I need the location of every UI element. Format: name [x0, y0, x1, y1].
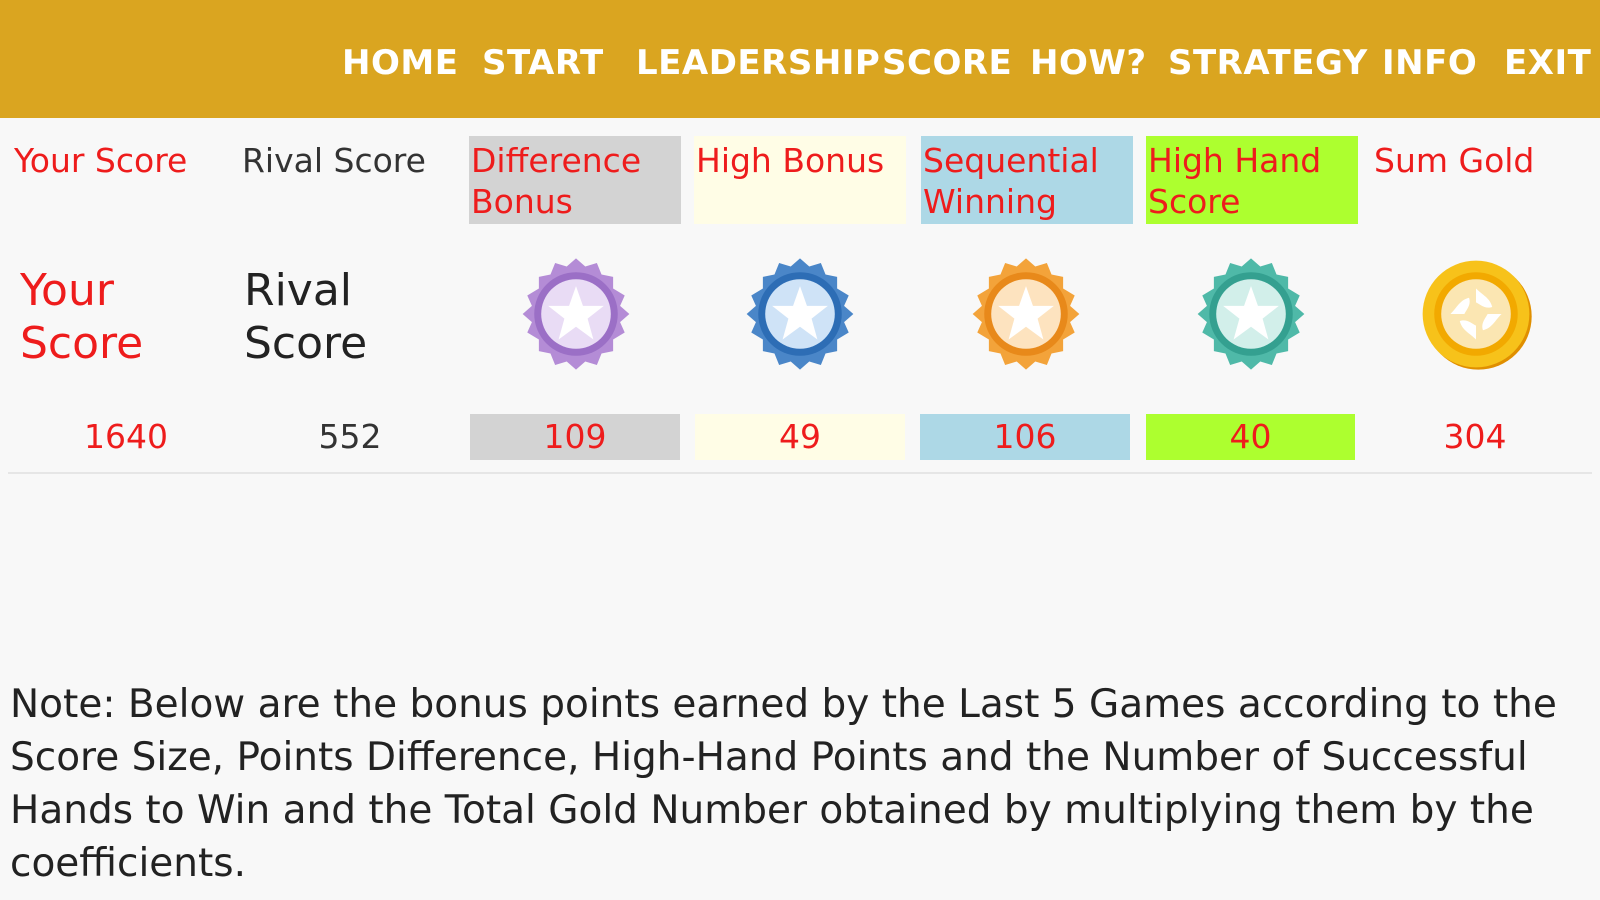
header-high-bonus: High Bonus	[694, 136, 906, 224]
row-divider	[8, 472, 1592, 474]
value-sum-gold: 304	[1443, 417, 1507, 456]
value-sequential-winning: 106	[920, 414, 1130, 460]
note-text: Note: Below are the bonus points earned …	[10, 682, 1557, 886]
teal-star-badge-icon	[1197, 258, 1305, 370]
value-high-bonus: 49	[695, 414, 905, 460]
blue-star-badge-icon	[746, 258, 854, 370]
rival-score-label: Rival Score	[244, 264, 444, 370]
purple-star-badge-icon	[522, 258, 630, 370]
value-high-hand-score: 40	[1146, 414, 1355, 460]
nav-info[interactable]: INFO	[1382, 38, 1477, 88]
nav-how[interactable]: HOW?	[1030, 38, 1147, 88]
nav-score[interactable]: SCORE	[882, 38, 1012, 88]
top-navigation-bar: HOME START LEADERSHIP SCORE HOW? STRATEG…	[0, 0, 1600, 118]
your-score-label-word2: Score	[20, 318, 144, 369]
rival-score-label-word2: Score	[244, 318, 368, 369]
header-sum-gold: Sum Gold	[1374, 141, 1535, 180]
your-score-label: Your Score	[20, 264, 220, 370]
value-rival-score: 552	[318, 417, 382, 456]
nav-leadership[interactable]: LEADERSHIP	[636, 38, 880, 88]
nav-exit[interactable]: EXIT	[1504, 38, 1591, 88]
nav-home[interactable]: HOME	[342, 38, 458, 88]
header-rival-score: Rival Score	[242, 141, 426, 180]
your-score-label-word1: Your	[20, 265, 114, 316]
header-difference-bonus: Difference Bonus	[469, 136, 681, 224]
gold-coin-icon	[1422, 260, 1532, 370]
rival-score-label-word1: Rival	[244, 265, 353, 316]
nav-strategy[interactable]: STRATEGY	[1168, 38, 1368, 88]
header-high-hand-score: High Hand Score	[1146, 136, 1358, 224]
header-sequential-winning: Sequential Winning	[921, 136, 1133, 224]
header-your-score: Your Score	[14, 141, 188, 180]
value-difference-bonus: 109	[470, 414, 680, 460]
nav-start[interactable]: START	[482, 38, 604, 88]
orange-star-badge-icon	[972, 258, 1080, 370]
value-your-score: 1640	[84, 417, 168, 456]
